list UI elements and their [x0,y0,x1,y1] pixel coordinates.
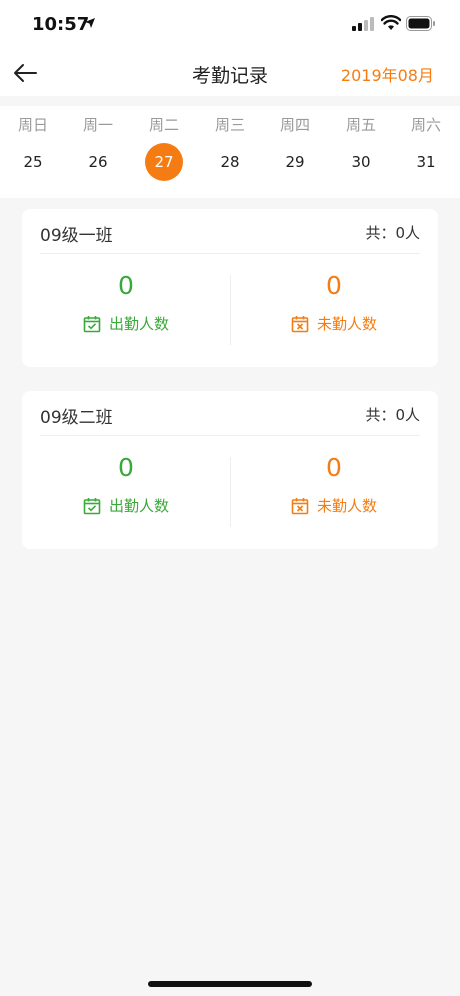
cellular-signal-icon [352,17,374,31]
status-bar: 10:57 [0,0,460,50]
weekday-label: 周五 [345,116,376,134]
home-indicator[interactable] [148,981,312,987]
date-number: 31 [416,153,436,171]
date-number-selected: 27 [145,143,183,181]
card-divider [40,435,420,436]
absent-stat: 0 未勤人数 [230,453,438,516]
week-day-sun[interactable]: 周日 25 [3,106,63,198]
present-label: 出勤人数 [108,497,169,515]
absent-count: 0 [326,453,342,482]
absent-label: 未勤人数 [316,315,377,333]
date-number: 29 [285,153,305,171]
class-total: 共：0人 [365,406,420,424]
week-day-sat[interactable]: 周六 31 [396,106,456,198]
present-label: 出勤人数 [108,315,169,333]
weekday-label: 周日 [17,116,48,134]
present-count: 0 [118,453,134,482]
absent-label-row: 未勤人数 [230,495,438,516]
calendar-check-icon [83,497,101,514]
battery-icon [406,16,435,31]
status-time: 10:57 [32,14,90,35]
date-number: 25 [23,153,43,171]
present-label-row: 出勤人数 [22,313,230,334]
weekday-label: 周二 [148,116,179,134]
absent-stat: 0 未勤人数 [230,271,438,334]
week-day-tue[interactable]: 周二 27 [134,106,194,198]
weekday-label: 周三 [214,116,245,134]
date-number: 30 [351,153,371,171]
absent-count: 0 [326,271,342,300]
date-number: 26 [88,153,108,171]
week-strip: 周日 25 周一 26 周二 27 周三 28 周四 29 周五 30 周六 3… [0,106,460,198]
weekday-label: 周四 [279,116,310,134]
class-name: 09级二班 [40,408,113,428]
calendar-x-icon [291,497,309,514]
weekday-label: 周一 [82,116,113,134]
calendar-check-icon [83,315,101,332]
class-total: 共：0人 [365,224,420,242]
week-day-wed[interactable]: 周三 28 [200,106,260,198]
absent-label-row: 未勤人数 [230,313,438,334]
class-name: 09级一班 [40,226,113,246]
month-selector[interactable]: 2019年08月 [341,62,434,86]
date-number: 28 [220,153,240,171]
nav-bar: 考勤记录 2019年08月 [0,50,460,96]
present-label-row: 出勤人数 [22,495,230,516]
absent-label: 未勤人数 [316,497,377,515]
week-day-mon[interactable]: 周一 26 [68,106,128,198]
week-day-fri[interactable]: 周五 30 [331,106,391,198]
weekday-label: 周六 [410,116,441,134]
week-day-thu[interactable]: 周四 29 [265,106,325,198]
calendar-x-icon [291,315,309,332]
card-divider [40,253,420,254]
wifi-icon [381,15,401,30]
class-card[interactable]: 09级一班 共：0人 0 出勤人数 0 未勤人数 [22,209,438,367]
present-stat: 0 出勤人数 [22,271,230,334]
class-card[interactable]: 09级二班 共：0人 0 出勤人数 0 未勤人数 [22,391,438,549]
present-stat: 0 出勤人数 [22,453,230,516]
location-arrow-icon [85,18,95,28]
present-count: 0 [118,271,134,300]
